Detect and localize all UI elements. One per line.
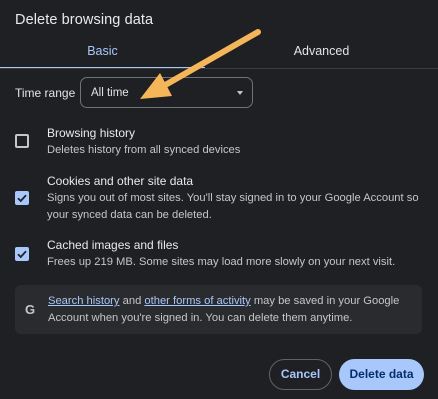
info-text: Search history and other forms of activi… <box>48 293 413 327</box>
dropdown-caret-icon <box>237 91 243 95</box>
option-description: Frees up 219 MB. Some sites may load mor… <box>47 256 396 268</box>
dialog-title: Delete browsing data <box>15 12 154 28</box>
google-icon: G <box>25 302 36 317</box>
tab-basic[interactable]: Basic <box>0 41 205 69</box>
tab-advanced[interactable]: Advanced <box>205 41 438 69</box>
option-description: Deletes history from all synced devices <box>47 144 241 156</box>
cached-images-checkbox[interactable] <box>15 247 29 261</box>
option-title: Browsing history <box>47 126 136 140</box>
time-range-label: Time range <box>15 86 76 100</box>
option-title: Cached images and files <box>47 238 179 252</box>
option-description: Signs you out of most sites. You'll stay… <box>47 192 419 221</box>
activity-info-box: G Search history and other forms of acti… <box>15 285 422 334</box>
time-range-select[interactable]: All time <box>80 77 253 108</box>
tabs-divider <box>0 68 438 69</box>
info-text-and: and <box>119 295 145 307</box>
other-activity-link[interactable]: other forms of activity <box>144 295 250 307</box>
cancel-button[interactable]: Cancel <box>269 359 332 390</box>
time-range-value: All time <box>91 87 129 99</box>
cookies-checkbox[interactable] <box>15 191 29 205</box>
search-history-link[interactable]: Search history <box>48 295 120 307</box>
delete-data-button[interactable]: Delete data <box>339 359 424 390</box>
tab-bar: Basic Advanced <box>0 41 438 69</box>
option-title: Cookies and other site data <box>47 174 194 188</box>
browsing-history-checkbox[interactable] <box>15 134 29 148</box>
checkmark-icon <box>17 250 27 259</box>
checkmark-icon <box>17 194 27 203</box>
delete-browsing-data-dialog: Delete browsing data Basic Advanced Time… <box>0 0 438 399</box>
